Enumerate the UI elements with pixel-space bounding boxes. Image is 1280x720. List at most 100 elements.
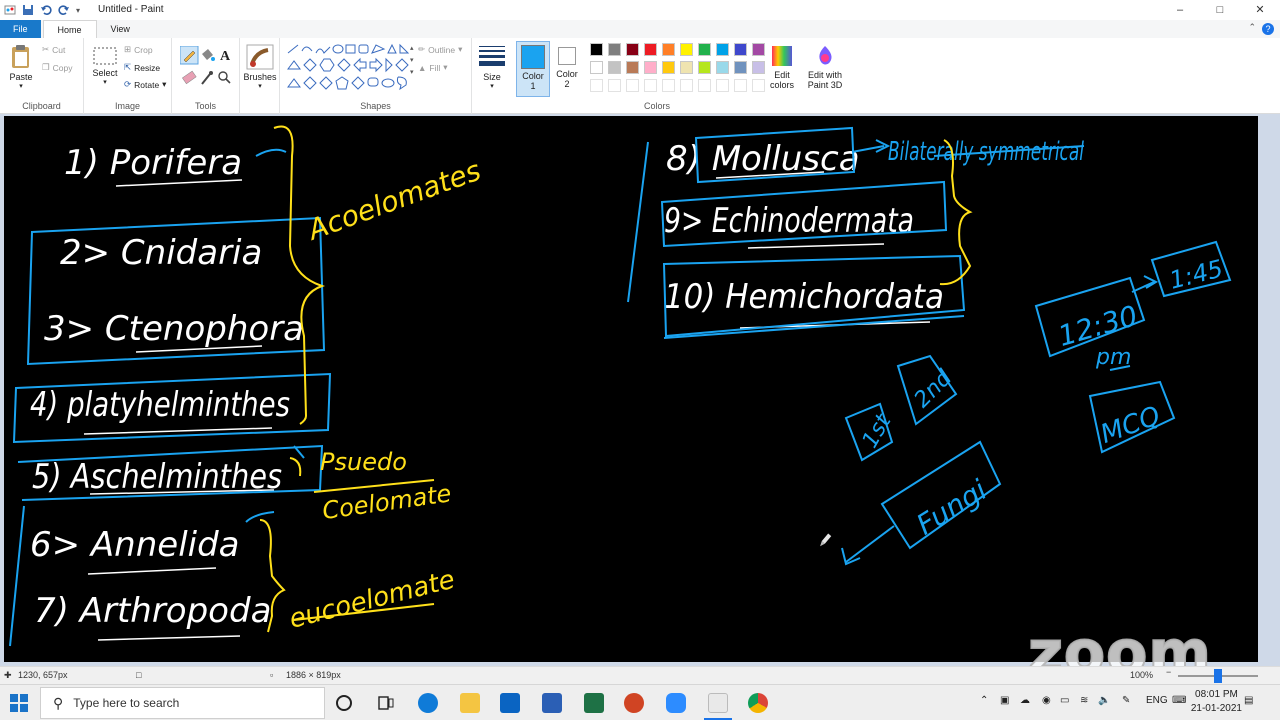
- drawing-canvas[interactable]: 1) Porifera 2> Cnidaria 3> Ctenophora 4)…: [4, 116, 1258, 662]
- paste-button[interactable]: Paste ▾: [6, 44, 36, 90]
- palette-swatch[interactable]: [626, 43, 639, 56]
- wifi-icon[interactable]: ≋: [1080, 695, 1088, 706]
- label-coelomate: Coelomate: [321, 479, 453, 525]
- meet-icon[interactable]: ▣: [1000, 695, 1009, 706]
- tab-home[interactable]: Home: [42, 20, 97, 38]
- palette-swatch[interactable]: [644, 61, 657, 74]
- help-icon[interactable]: ?: [1262, 23, 1274, 35]
- battery-icon[interactable]: ▭: [1060, 695, 1069, 706]
- color1-button[interactable]: Color 1: [516, 41, 550, 97]
- close-button[interactable]: ✕: [1240, 0, 1280, 20]
- onedrive-icon[interactable]: ☁: [1020, 695, 1030, 706]
- edit-colors-button[interactable]: Edit colors: [764, 44, 800, 90]
- resize-icon: ⇱: [124, 62, 132, 72]
- palette-swatch[interactable]: [626, 61, 639, 74]
- fill-bucket-icon: ▲: [418, 62, 427, 73]
- palette-swatch[interactable]: [716, 43, 729, 56]
- select-button[interactable]: Select ▾: [88, 46, 122, 86]
- copy-button[interactable]: ❐ Copy: [42, 62, 72, 73]
- paste-dropdown-icon[interactable]: ▾: [6, 82, 36, 90]
- select-dropdown-icon[interactable]: ▾: [88, 78, 122, 86]
- palette-swatch[interactable]: [608, 43, 621, 56]
- palette-swatch[interactable]: [680, 61, 693, 74]
- keyboard-icon[interactable]: ⌨: [1172, 695, 1186, 706]
- paint-taskbar-icon[interactable]: [708, 693, 728, 713]
- palette-swatch[interactable]: [608, 61, 621, 74]
- eraser-icon[interactable]: [182, 70, 197, 85]
- palette-custom-swatch[interactable]: [590, 79, 603, 92]
- collapse-ribbon-chevron-icon[interactable]: ⌃: [1248, 22, 1256, 33]
- customize-toolbar-chevron-icon[interactable]: ▾: [76, 6, 80, 15]
- language-indicator[interactable]: ENG: [1146, 695, 1168, 706]
- fill-icon[interactable]: [202, 49, 215, 61]
- pen-icon[interactable]: ✎: [1122, 695, 1130, 706]
- palette-swatch[interactable]: [698, 61, 711, 74]
- palette-swatch[interactable]: [734, 61, 747, 74]
- zoom-level: 100%: [1130, 670, 1154, 680]
- palette-swatch[interactable]: [644, 43, 657, 56]
- palette-custom-swatch[interactable]: [626, 79, 639, 92]
- fill-button[interactable]: ▲ Fill ▾: [418, 62, 448, 73]
- network-icon[interactable]: ◉: [1042, 695, 1051, 706]
- palette-swatch[interactable]: [662, 61, 675, 74]
- word-icon[interactable]: [542, 693, 562, 713]
- shapes-scroll[interactable]: ▴ ▾ ▾: [410, 43, 414, 79]
- windows-start-icon[interactable]: [10, 694, 28, 712]
- excel-icon[interactable]: [584, 693, 604, 713]
- palette-custom-swatch[interactable]: [662, 79, 675, 92]
- rotate-button[interactable]: ⟳ Rotate ▾: [124, 79, 166, 90]
- tab-file[interactable]: File: [0, 20, 41, 38]
- cortana-icon[interactable]: [336, 695, 352, 711]
- undo-icon[interactable]: [40, 4, 52, 16]
- palette-custom-swatch[interactable]: [608, 79, 621, 92]
- mail-icon[interactable]: [500, 693, 520, 713]
- crop-button[interactable]: ⊞ Crop: [124, 44, 153, 55]
- pencil-icon[interactable]: [180, 46, 199, 65]
- resize-button[interactable]: ⇱ Resize: [124, 62, 160, 73]
- label-2nd: 2nd: [910, 365, 958, 413]
- palette-custom-swatch[interactable]: [716, 79, 729, 92]
- outline-icon: ✏: [418, 44, 426, 54]
- task-view-icon[interactable]: [376, 693, 396, 713]
- palette-custom-swatch[interactable]: [698, 79, 711, 92]
- tray-overflow-icon[interactable]: ⌃: [980, 695, 988, 706]
- maximize-button[interactable]: □: [1200, 0, 1240, 20]
- brushes-button[interactable]: Brushes ▾: [242, 44, 278, 90]
- palette-custom-swatch[interactable]: [644, 79, 657, 92]
- outline-button[interactable]: ✏ Outline ▾: [418, 44, 462, 55]
- powerpoint-icon[interactable]: [624, 693, 644, 713]
- taskbar-search-box[interactable]: ⚲ Type here to search: [40, 687, 325, 719]
- edit-with-paint3d-button[interactable]: Edit with Paint 3D: [802, 44, 848, 90]
- palette-swatch[interactable]: [590, 61, 603, 74]
- text-icon[interactable]: A: [220, 49, 231, 64]
- palette-swatch[interactable]: [662, 43, 675, 56]
- color2-button[interactable]: Color 2: [552, 41, 582, 89]
- notifications-icon[interactable]: ▤: [1244, 695, 1253, 706]
- chrome-icon[interactable]: [748, 693, 768, 713]
- redo-icon[interactable]: [58, 4, 70, 16]
- volume-icon[interactable]: 🔈: [1098, 695, 1110, 706]
- palette-swatch[interactable]: [698, 43, 711, 56]
- color-picker-icon[interactable]: [201, 71, 213, 85]
- file-explorer-icon[interactable]: [460, 693, 480, 713]
- tab-view[interactable]: View: [97, 20, 144, 38]
- magnifier-icon[interactable]: [218, 71, 231, 84]
- edge-icon[interactable]: [418, 693, 438, 713]
- palette-swatch[interactable]: [680, 43, 693, 56]
- save-icon[interactable]: [22, 4, 34, 16]
- shapes-gallery[interactable]: [286, 43, 410, 93]
- cut-button[interactable]: ✂ Cut: [42, 44, 65, 55]
- zoom-out-button[interactable]: −: [1166, 667, 1171, 677]
- palette-swatch[interactable]: [716, 61, 729, 74]
- minimize-button[interactable]: –: [1160, 0, 1200, 20]
- copy-icon: ❐: [42, 62, 50, 72]
- zoom-app-icon[interactable]: [666, 693, 686, 713]
- taskbar-clock[interactable]: 08:01 PM 21-01-2021: [1191, 688, 1242, 716]
- scissors-icon: ✂: [42, 44, 50, 54]
- palette-custom-swatch[interactable]: [734, 79, 747, 92]
- palette-custom-swatch[interactable]: [680, 79, 693, 92]
- zoom-slider-thumb[interactable]: [1214, 669, 1222, 683]
- size-button[interactable]: Size ▾: [476, 44, 508, 90]
- palette-swatch[interactable]: [734, 43, 747, 56]
- palette-swatch[interactable]: [590, 43, 603, 56]
